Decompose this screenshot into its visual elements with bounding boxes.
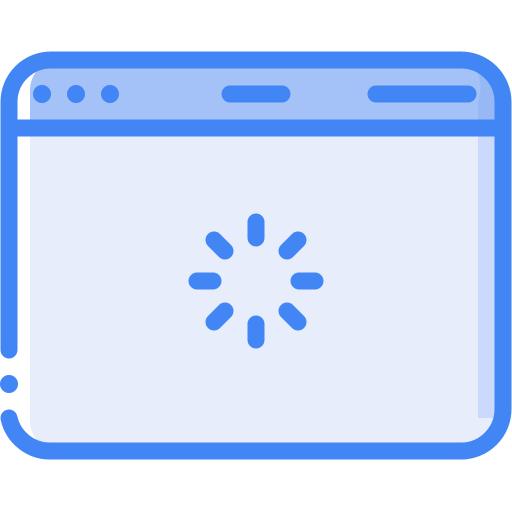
spinner-segment-top-right (278, 231, 307, 260)
window-dot-3[interactable] (101, 85, 119, 103)
spinner-segment-top-left (205, 231, 234, 260)
window-dot-1[interactable] (33, 85, 51, 103)
window-right-shade-band (478, 128, 496, 418)
spinner-segment-bottom-right (278, 302, 307, 331)
browser-window-loading-icon (0, 51, 512, 460)
spinner-segment-bottom-left (205, 302, 234, 331)
frame-gap-dot (0, 375, 18, 393)
icon-canvas (0, 0, 512, 512)
window-dot-2[interactable] (67, 85, 85, 103)
